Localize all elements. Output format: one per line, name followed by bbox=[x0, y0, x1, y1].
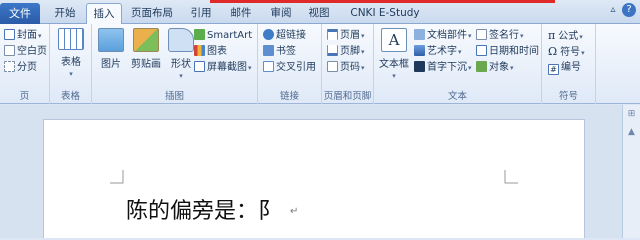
drop-cap-button[interactable]: 首字下沉▾ bbox=[414, 60, 472, 75]
group-label-pages: 页 bbox=[19, 91, 30, 102]
margin-corner-top-left bbox=[110, 170, 124, 184]
screenshot-button[interactable]: 屏幕截图▾ bbox=[194, 60, 252, 75]
object-button[interactable]: 对象▾ bbox=[476, 60, 514, 75]
cover-page-button[interactable]: 封面▾ bbox=[4, 28, 42, 43]
quick-parts-icon bbox=[414, 29, 425, 40]
group-label-links: 链接 bbox=[279, 91, 299, 102]
clipart-icon bbox=[133, 28, 159, 52]
window-controls: ▵? bbox=[604, 3, 640, 21]
number-icon: # bbox=[548, 64, 559, 75]
globe-link-icon bbox=[263, 29, 274, 40]
group-label-illustrations: 插图 bbox=[164, 91, 184, 102]
header-button[interactable]: 页眉▾ bbox=[327, 28, 365, 43]
pi-icon: π bbox=[548, 29, 556, 42]
page-number-icon bbox=[327, 61, 338, 72]
omega-icon: Ω bbox=[548, 45, 558, 58]
tab-view[interactable]: 视图 bbox=[302, 3, 336, 24]
table-icon bbox=[58, 28, 84, 50]
vertical-scrollbar[interactable]: ⊞ ▲ bbox=[622, 105, 640, 238]
equation-button[interactable]: π 公式▾ bbox=[548, 28, 583, 43]
textbox-icon: A bbox=[381, 28, 407, 52]
document-text: 陈的偏旁是：阝 bbox=[126, 199, 281, 224]
drop-cap-icon bbox=[414, 61, 425, 72]
wordart-icon bbox=[414, 45, 425, 56]
group-pages: 封面▾ 空白页 分页 页 bbox=[0, 24, 50, 104]
screenshot-icon bbox=[194, 61, 205, 72]
group-illustrations: 图片 剪贴画 形状 ▾ SmartArt 图表 屏幕截图▾ 插图 bbox=[92, 24, 258, 104]
number-button[interactable]: # 编号 bbox=[548, 60, 581, 75]
picture-button[interactable]: 图片 bbox=[96, 28, 126, 70]
bookmark-button[interactable]: 书签 bbox=[263, 44, 296, 59]
group-label-tables: 表格 bbox=[60, 91, 80, 102]
group-tables: 表格 ▾ 表格 bbox=[50, 24, 92, 104]
tab-page-layout[interactable]: 页面布局 bbox=[126, 3, 178, 24]
smartart-icon bbox=[194, 29, 205, 40]
page-break-button[interactable]: 分页 bbox=[4, 60, 37, 75]
tab-mailings[interactable]: 邮件 bbox=[224, 3, 258, 24]
header-icon bbox=[327, 29, 338, 40]
chart-button[interactable]: 图表 bbox=[194, 44, 227, 59]
paragraph-mark: ↵ bbox=[290, 206, 299, 217]
textbox-button[interactable]: A 文本框 ▾ bbox=[377, 28, 411, 81]
ribbon-insert: 封面▾ 空白页 分页 页 表格 ▾ 表格 图片 剪贴画 形状 ▾ SmartAr… bbox=[0, 24, 640, 104]
blank-page-button[interactable]: 空白页 bbox=[4, 44, 47, 59]
blank-page-icon bbox=[4, 45, 15, 56]
symbol-button[interactable]: Ω 符号▾ bbox=[548, 44, 585, 59]
page-number-button[interactable]: 页码▾ bbox=[327, 60, 365, 75]
group-symbols: π 公式▾ Ω 符号▾ # 编号 符号 bbox=[542, 24, 596, 104]
cross-reference-icon bbox=[263, 61, 274, 72]
group-header-footer: 页眉▾ 页脚▾ 页码▾ 页眉和页脚 bbox=[322, 24, 374, 104]
wordart-button[interactable]: 艺术字▾ bbox=[414, 44, 462, 59]
calendar-icon bbox=[476, 45, 487, 56]
picture-icon bbox=[98, 28, 124, 52]
tab-cnki-estudy[interactable]: CNKI E-Study bbox=[344, 3, 426, 24]
table-button[interactable]: 表格 ▾ bbox=[56, 28, 86, 79]
tab-references[interactable]: 引用 bbox=[184, 3, 218, 24]
cross-reference-button[interactable]: 交叉引用 bbox=[263, 60, 316, 75]
cover-page-icon bbox=[4, 29, 15, 40]
shapes-icon bbox=[168, 28, 194, 52]
signature-line-icon bbox=[476, 29, 487, 40]
group-label-text: 文本 bbox=[447, 91, 467, 102]
clipart-button[interactable]: 剪贴画 bbox=[128, 28, 164, 70]
chart-icon bbox=[194, 45, 205, 56]
ruler-toggle-icon[interactable]: ⊞ bbox=[624, 105, 640, 123]
date-time-button[interactable]: 日期和时间 bbox=[476, 44, 539, 59]
tab-review[interactable]: 审阅 bbox=[264, 3, 298, 24]
page-break-icon bbox=[4, 61, 15, 72]
tab-file[interactable]: 文件 bbox=[0, 3, 40, 24]
signature-line-button[interactable]: 签名行▾ bbox=[476, 28, 524, 43]
footer-button[interactable]: 页脚▾ bbox=[327, 44, 365, 59]
group-links: 超链接 书签 交叉引用 链接 bbox=[258, 24, 322, 104]
object-icon bbox=[476, 61, 487, 72]
footer-icon bbox=[327, 45, 338, 56]
smartart-button[interactable]: SmartArt bbox=[194, 28, 252, 43]
quick-parts-button[interactable]: 文档部件▾ bbox=[414, 28, 472, 43]
group-text: A 文本框 ▾ 文档部件▾ 艺术字▾ 首字下沉▾ 签名行▾ 日期和时间 对象▾ 文… bbox=[374, 24, 542, 104]
document-page[interactable]: 陈的偏旁是：阝 ↵ bbox=[43, 119, 585, 238]
tab-insert[interactable]: 插入 bbox=[86, 3, 122, 25]
bookmark-icon bbox=[263, 45, 274, 56]
tab-home[interactable]: 开始 bbox=[48, 3, 82, 24]
hyperlink-button[interactable]: 超链接 bbox=[263, 28, 306, 43]
group-label-header-footer: 页眉和页脚 bbox=[323, 91, 372, 102]
ribbon-tab-bar: 文件 开始 插入 页面布局 引用 邮件 审阅 视图 CNKI E-Study ▵… bbox=[0, 0, 640, 25]
scroll-up-icon[interactable]: ▲ bbox=[624, 123, 640, 141]
minimize-ribbon-icon[interactable]: ▵ bbox=[606, 3, 620, 17]
shapes-button[interactable]: 形状 ▾ bbox=[166, 28, 196, 81]
help-icon[interactable]: ? bbox=[622, 3, 636, 17]
margin-corner-top-right bbox=[504, 170, 518, 184]
group-label-symbols: 符号 bbox=[558, 91, 578, 102]
